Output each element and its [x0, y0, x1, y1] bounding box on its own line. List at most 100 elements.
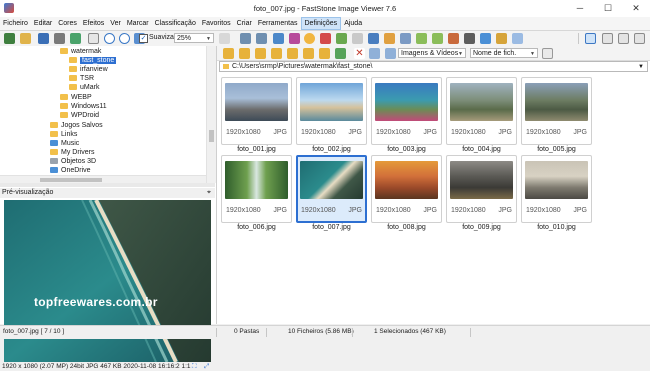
minimize-button[interactable]: ─ [566, 0, 594, 17]
tree-item-objetos-3d[interactable]: Objetos 3D [50, 157, 96, 166]
zoom-out-icon[interactable] [119, 33, 130, 44]
chevron-down-icon[interactable]: ▼ [638, 62, 644, 72]
menu-editar[interactable]: Editar [31, 17, 55, 30]
thumbnail-card[interactable]: 1920x1080 JPG foto_001.jpg [221, 77, 292, 153]
address-bar[interactable]: C:\Users\srmp\Pictures\watermak\fast_sto… [219, 61, 648, 72]
menu-ficheiro[interactable]: Ficheiro [0, 17, 31, 30]
sort-select[interactable]: Nome de fich. ▼ [470, 48, 538, 58]
tree-item-irfanview[interactable]: irfanview [69, 65, 108, 74]
move-to-icon[interactable] [319, 48, 330, 59]
color-icon[interactable] [289, 33, 300, 44]
thumbnail-card[interactable]: 1920x1080 JPG foto_009.jpg [446, 155, 517, 231]
tree-item-my-drivers[interactable]: My Drivers [50, 148, 94, 157]
maximize-button[interactable]: ☐ [594, 0, 622, 17]
panel-splitter[interactable] [0, 183, 215, 187]
save-icon[interactable] [38, 33, 49, 44]
open-folder-icon[interactable] [20, 33, 31, 44]
favorites-icon[interactable] [287, 48, 298, 59]
thumbnail-card-selected[interactable]: 1920x1080 JPG foto_007.jpg [296, 155, 367, 231]
tree-item-watermak[interactable]: watermak [60, 47, 101, 56]
arrow-right-icon[interactable] [239, 48, 250, 59]
zoom-icon[interactable]: ⤢ [204, 362, 209, 371]
folder-up-icon[interactable] [255, 48, 266, 59]
full-screen-icon[interactable] [512, 33, 523, 44]
rotate-right-icon[interactable] [256, 33, 267, 44]
scanner-icon[interactable] [464, 33, 475, 44]
view-list-icon[interactable] [385, 48, 396, 59]
menu-efeitos[interactable]: Efeitos [80, 17, 107, 30]
browser-panel: ✕ Imagens & Vídeos ▼ Nome de fich. ▼ C:\Us… [217, 46, 650, 324]
tree-item-windows11[interactable]: Windows11 [60, 102, 107, 111]
tree-item-umark[interactable]: uMark [69, 83, 99, 92]
thumbnail-card[interactable]: 1920x1080 JPG foto_002.jpg [296, 77, 367, 153]
scroll-thumb[interactable] [40, 178, 102, 182]
fit-window-icon[interactable] [88, 33, 99, 44]
menu-ver[interactable]: Ver [107, 17, 124, 30]
contact-sheet-icon[interactable] [480, 33, 491, 44]
tree-item-tsr[interactable]: TSR [69, 74, 94, 83]
thumbnail-card[interactable]: 1920x1080 JPG foto_010.jpg [521, 155, 592, 231]
layout-4-icon[interactable] [634, 33, 645, 44]
thumbnail-card[interactable]: 1920x1080 JPG foto_003.jpg [371, 77, 442, 153]
tree-item-wpdroid[interactable]: WPDroid [60, 111, 99, 120]
menu-ajuda[interactable]: Ajuda [341, 17, 365, 30]
scroll-thumb[interactable] [209, 130, 214, 142]
tree-vertical-scrollbar[interactable] [206, 46, 216, 183]
menu-marcar[interactable]: Marcar [124, 17, 152, 30]
resize-icon[interactable] [336, 33, 347, 44]
sort-order-icon[interactable] [542, 48, 553, 59]
batch-icon[interactable] [448, 33, 459, 44]
layout-3-icon[interactable] [618, 33, 629, 44]
slideshow-icon[interactable] [416, 33, 427, 44]
tree-item-music[interactable]: Music [50, 139, 79, 148]
layout-2-icon[interactable] [602, 33, 613, 44]
sheet-icon[interactable] [496, 33, 507, 44]
tree-item-jogos-salvos[interactable]: Jogos Salvos [50, 121, 103, 130]
print-icon[interactable] [54, 33, 65, 44]
camera-icon[interactable] [4, 33, 15, 44]
zoom-select[interactable]: 25% ▼ [174, 33, 214, 43]
thumbnail-card[interactable]: 1920x1080 JPG foto_004.jpg [446, 77, 517, 153]
thumbnail-card[interactable]: 1920x1080 JPG foto_006.jpg [221, 155, 292, 231]
folder-new-icon[interactable] [271, 48, 282, 59]
red-eye-icon[interactable] [320, 33, 331, 44]
arrow-left-icon[interactable] [223, 48, 234, 59]
draw-icon[interactable] [368, 33, 379, 44]
menu-favoritos[interactable]: Favoritos [199, 17, 234, 30]
hand-tool-icon[interactable] [219, 33, 230, 44]
flip-icon[interactable] [273, 33, 284, 44]
menu-ferramentas[interactable]: Ferramentas [255, 17, 301, 30]
file-type-filter[interactable]: Imagens & Vídeos ▼ [398, 48, 466, 58]
rotate-left-icon[interactable] [240, 33, 251, 44]
thumbnail-card[interactable]: 1920x1080 JPG foto_005.jpg [521, 77, 592, 153]
copy-to-icon[interactable] [303, 48, 314, 59]
menu-criar[interactable]: Criar [234, 17, 255, 30]
brightness-icon[interactable] [304, 33, 315, 44]
close-button[interactable]: ✕ [622, 0, 650, 17]
menu-cores[interactable]: Cores [55, 17, 80, 30]
zoom-in-icon[interactable] [104, 33, 115, 44]
thumbnail-resolution: 1920x1080 [301, 207, 336, 214]
tree-item-onedrive[interactable]: OneDrive [50, 166, 91, 175]
smooth-checkbox[interactable]: ✓ [139, 34, 148, 43]
menu-classificacao[interactable]: Classificação [152, 17, 199, 30]
menu-definicoes[interactable]: Definições [300, 17, 342, 30]
pin-icon[interactable]: ⌖ [207, 188, 211, 198]
view-details-icon[interactable] [369, 48, 380, 59]
tree-item-links[interactable]: Links [50, 130, 77, 139]
delete-icon[interactable]: ✕ [354, 48, 365, 59]
fit-icon[interactable]: ⛶ [192, 362, 197, 371]
refresh-icon[interactable] [335, 48, 346, 59]
effects-icon[interactable] [384, 33, 395, 44]
tree-item-label: WEBP [71, 94, 92, 101]
layout-1-icon[interactable] [585, 33, 596, 44]
tree-item-webp[interactable]: WEBP [60, 93, 92, 102]
email-icon[interactable] [70, 33, 81, 44]
wallpaper-icon[interactable] [432, 33, 443, 44]
tree-item-fast-stone[interactable]: fast_stone [69, 56, 117, 65]
thumbnail-card[interactable]: 1920x1080 JPG foto_008.jpg [371, 155, 442, 231]
tree-item-label: Links [61, 131, 78, 138]
crop-icon[interactable] [352, 33, 363, 44]
tree-item-label: Windows11 [71, 103, 107, 110]
compare-icon[interactable] [400, 33, 411, 44]
